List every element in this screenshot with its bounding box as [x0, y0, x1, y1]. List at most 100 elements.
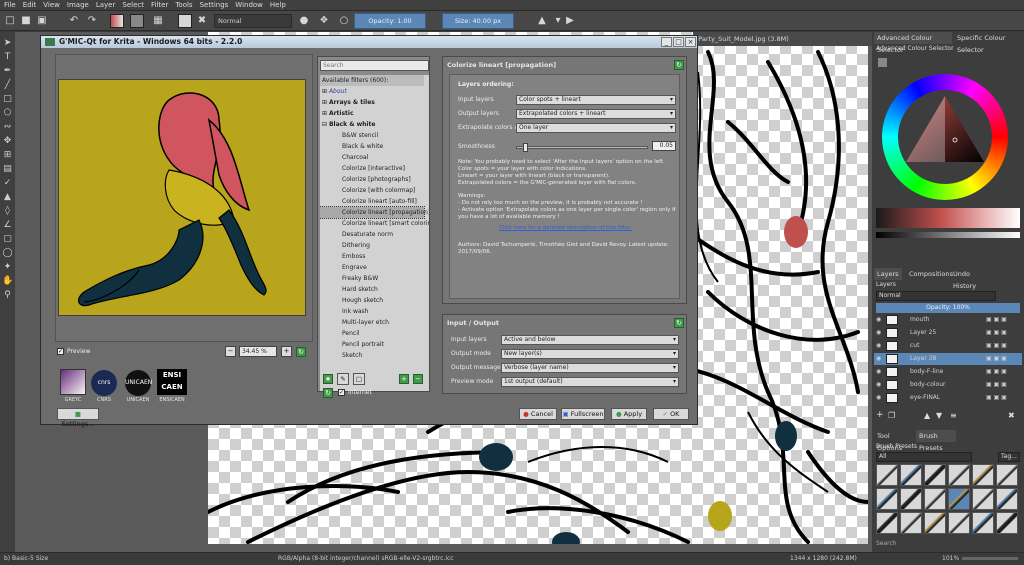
- crop-tool-icon[interactable]: ⊞: [2, 150, 13, 161]
- color-picker-icon[interactable]: ✓: [2, 178, 13, 189]
- zoom-value-field[interactable]: 34.45 %: [239, 346, 277, 357]
- refresh-preview-icon[interactable]: ↻: [296, 347, 306, 357]
- brush-preset-icon[interactable]: [996, 488, 1018, 510]
- colour-history-strip[interactable]: [876, 208, 1020, 228]
- menu-select[interactable]: Select: [122, 1, 144, 9]
- move-layer-down-icon[interactable]: ▼: [936, 411, 942, 420]
- save-icon[interactable]: ▣: [36, 15, 48, 27]
- preview-mode-select[interactable]: 1st output (default): [501, 377, 679, 387]
- filter-item[interactable]: Emboss: [320, 251, 424, 262]
- menu-edit[interactable]: Edit: [23, 1, 37, 9]
- filter-item[interactable]: Engrave: [320, 262, 424, 273]
- layer-properties-icon[interactable]: ≡: [950, 411, 957, 420]
- output-mode-select[interactable]: New layer(s): [501, 349, 679, 359]
- fill-tool-icon[interactable]: ▲: [2, 192, 13, 203]
- eraser-mode-icon[interactable]: ✖: [196, 15, 208, 27]
- mirror-vertical-icon[interactable]: ▶: [564, 15, 576, 27]
- polygon-tool-icon[interactable]: ⬠: [2, 108, 13, 119]
- internet-checkbox[interactable]: ✓: [338, 389, 345, 396]
- output-messages-select[interactable]: Verbose (layer name): [501, 363, 679, 373]
- brush-preset-icon[interactable]: [948, 512, 970, 534]
- magic-wand-icon[interactable]: ✦: [2, 262, 13, 273]
- menu-image[interactable]: Image: [67, 1, 89, 9]
- transform-tool-icon[interactable]: ✥: [2, 136, 13, 147]
- filter-item[interactable]: Colorize lineart [smart coloring]: [320, 218, 429, 229]
- layer-row[interactable]: ◉ Layer 25 ▣ ▣ ▣: [874, 327, 1022, 339]
- pan-tool-icon[interactable]: ✋: [2, 276, 13, 287]
- filter-item[interactable]: Desaturate norm: [320, 229, 424, 240]
- menu-layer[interactable]: Layer: [96, 1, 116, 9]
- expand-toggle-icon[interactable]: ⊞: [322, 88, 329, 95]
- smoothness-value[interactable]: 0.05: [652, 141, 676, 151]
- layer-lock-icons[interactable]: ▣ ▣ ▣: [986, 340, 1007, 352]
- brush-preset-icon[interactable]: [948, 464, 970, 486]
- expand-toggle-icon[interactable]: ⊞: [322, 99, 329, 106]
- brush-preset-icon[interactable]: [924, 464, 946, 486]
- layer-blend-select[interactable]: Normal: [876, 291, 996, 301]
- delete-layer-icon[interactable]: ✖: [1008, 411, 1015, 420]
- filter-item[interactable]: Colorize lineart [propagation]: [320, 206, 429, 219]
- layer-row[interactable]: ◉ Layer 38 ▣ ▣ ▣: [874, 353, 1022, 365]
- brush-preset-icon[interactable]: [924, 488, 946, 510]
- brush-preset-icon[interactable]: [972, 464, 994, 486]
- brush-filter-select[interactable]: All: [876, 452, 972, 462]
- layer-lock-icons[interactable]: ▣ ▣ ▣: [986, 379, 1007, 391]
- zoom-in-icon[interactable]: +: [281, 346, 292, 357]
- zoom-out-icon[interactable]: −: [225, 346, 236, 357]
- filter-item[interactable]: Pencil: [320, 328, 424, 339]
- filter-item[interactable]: Hough sketch: [320, 295, 424, 306]
- brush-preset-icon[interactable]: [178, 14, 192, 28]
- freehand-brush-icon[interactable]: ✒: [2, 66, 13, 77]
- new-document-icon[interactable]: □: [4, 15, 16, 27]
- filter-item[interactable]: Black & white: [320, 141, 424, 152]
- brush-preset-icon[interactable]: [948, 488, 970, 510]
- line-tool-icon[interactable]: ╱: [2, 80, 13, 91]
- open-folder-icon[interactable]: ■: [20, 15, 32, 27]
- rename-fave-icon[interactable]: ✎: [337, 373, 349, 385]
- zoom-tool-icon[interactable]: ⚲: [2, 290, 13, 301]
- brush-preset-icon[interactable]: [876, 512, 898, 534]
- tab-compositions[interactable]: Compositions: [906, 268, 953, 280]
- filter-item[interactable]: Freaky B&W: [320, 273, 424, 284]
- filter-item[interactable]: B&W stencil: [320, 130, 424, 141]
- add-fave-icon[interactable]: ★: [323, 374, 333, 384]
- menu-settings[interactable]: Settings: [200, 1, 229, 9]
- visibility-eye-icon[interactable]: ◉: [876, 340, 881, 352]
- filter-item[interactable]: Hard sketch: [320, 284, 424, 295]
- mirror-horizontal-icon[interactable]: ▲: [536, 15, 548, 27]
- layer-row[interactable]: ◉ cut ▣ ▣ ▣: [874, 340, 1022, 352]
- value-strip[interactable]: [876, 232, 1020, 238]
- rect-select-icon[interactable]: ▢: [2, 234, 13, 245]
- filter-item[interactable]: Colorize lineart [auto-fill]: [320, 196, 424, 207]
- duplicate-layer-icon[interactable]: ❐: [888, 411, 895, 420]
- input-layers-select[interactable]: Color spots + lineart: [516, 95, 676, 105]
- blend-mode-select[interactable]: Normal: [214, 14, 292, 28]
- filter-description-link[interactable]: Click here for a detailed description of…: [450, 225, 681, 232]
- filter-category[interactable]: ⊞ Artistic: [320, 108, 424, 119]
- fullscreen-button[interactable]: ▣ Fullscreen: [561, 408, 605, 420]
- cancel-button[interactable]: ● Cancel: [519, 408, 557, 420]
- layer-lock-icons[interactable]: ▣ ▣ ▣: [986, 366, 1007, 378]
- rectangle-tool-icon[interactable]: □: [2, 94, 13, 105]
- layer-row[interactable]: ◉ mouth ▣ ▣ ▣: [874, 314, 1022, 326]
- menu-help[interactable]: Help: [270, 1, 286, 9]
- brush-tag-select[interactable]: Tag...: [998, 452, 1020, 462]
- tab-specific-colour-selector[interactable]: Specific Colour Selector: [954, 32, 1024, 54]
- close-button[interactable]: ×: [685, 37, 696, 47]
- brush-preset-icon[interactable]: [972, 488, 994, 510]
- output-layers-select[interactable]: Extrapolated colors + lineart: [516, 109, 676, 119]
- update-filters-icon[interactable]: ↻: [323, 388, 333, 398]
- redo-icon[interactable]: ↷: [86, 15, 98, 27]
- opacity-slider[interactable]: Opacity: 1.00: [354, 13, 426, 29]
- preview-checkbox[interactable]: ✓: [57, 348, 64, 355]
- visibility-eye-icon[interactable]: ◉: [876, 327, 881, 339]
- filter-item[interactable]: Pencil portrait: [320, 339, 424, 350]
- preserve-alpha-icon[interactable]: ❖: [318, 15, 330, 27]
- ok-button[interactable]: ✓ OK: [653, 408, 689, 420]
- visibility-eye-icon[interactable]: ◉: [876, 392, 881, 404]
- gradient-tool-icon[interactable]: ▤: [2, 164, 13, 175]
- assistant-tool-icon[interactable]: ◊: [2, 206, 13, 217]
- filter-item[interactable]: Charcoal: [320, 152, 424, 163]
- menu-filter[interactable]: Filter: [151, 1, 168, 9]
- settings-button[interactable]: ■ Settings...: [57, 408, 99, 428]
